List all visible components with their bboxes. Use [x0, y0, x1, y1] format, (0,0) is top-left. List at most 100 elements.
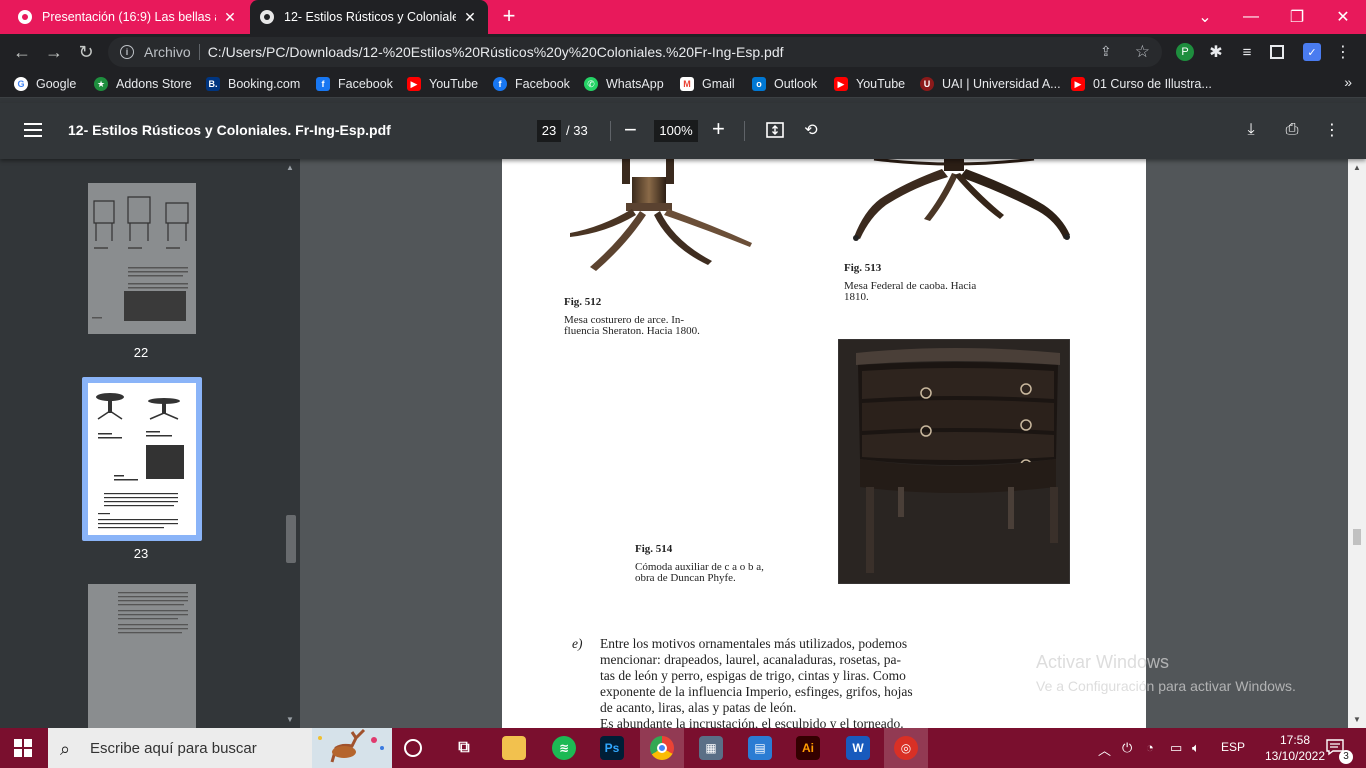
- google-icon: G: [14, 77, 28, 91]
- bookmarks-overflow-icon[interactable]: »: [1344, 74, 1352, 90]
- close-icon[interactable]: ✕: [222, 9, 238, 26]
- bookmark-curso-illustrator[interactable]: ▶ 01 Curso de Illustra...: [1071, 75, 1212, 93]
- download-icon[interactable]: ⤓: [1240, 119, 1262, 141]
- word-icon[interactable]: W: [846, 736, 870, 760]
- more-menu-icon[interactable]: ⋮: [1334, 43, 1352, 61]
- rotate-icon[interactable]: ⟲: [800, 119, 822, 141]
- address-bar[interactable]: i Archivo C:/Users/PC/Downloads/12-%20Es…: [108, 37, 1162, 67]
- whatsapp-icon: ✆: [584, 77, 598, 91]
- bookmark-booking[interactable]: B. Booking.com: [206, 75, 300, 93]
- sidebar-scroll-thumb[interactable]: [286, 515, 296, 563]
- spotify-icon[interactable]: ≋: [552, 736, 576, 760]
- notifications-icon[interactable]: 3: [1325, 738, 1353, 764]
- forward-button[interactable]: →: [42, 40, 66, 64]
- clock[interactable]: 17:58 13/10/2022: [1262, 732, 1328, 764]
- body-line: de acanto, liras, alas y patas de león.: [600, 700, 797, 715]
- tab-presentacion[interactable]: Presentación (16:9) Las bellas arte ✕: [8, 0, 248, 34]
- bookmark-uai[interactable]: U UAI | Universidad A...: [920, 75, 1061, 93]
- calculator-icon[interactable]: ▦: [699, 736, 723, 760]
- bookmark-addons-store[interactable]: ★ Addons Store: [94, 75, 192, 93]
- tab-search-icon[interactable]: ⌄: [1182, 0, 1228, 34]
- photoshop-icon[interactable]: Ps: [600, 736, 624, 760]
- cortana-icon[interactable]: [404, 739, 422, 757]
- windows-taskbar: ⌕ Escribe aquí para buscar ⧉ ≋ Ps ▦ ▤ Ai…: [0, 728, 1366, 768]
- task-view-icon[interactable]: ⧉: [452, 736, 476, 760]
- address-url[interactable]: C:/Users/PC/Downloads/12-%20Estilos%20Rú…: [208, 44, 784, 60]
- new-tab-button[interactable]: +: [497, 5, 521, 29]
- browser-toolbar: ← → ↻ i Archivo C:/Users/PC/Downloads/12…: [0, 34, 1366, 70]
- bookmark-youtube[interactable]: ▶ YouTube: [407, 75, 478, 93]
- share-icon[interactable]: ⇪: [1100, 43, 1118, 61]
- scroll-down-icon[interactable]: ▼: [1353, 715, 1361, 724]
- side-panel-icon[interactable]: [1270, 45, 1284, 59]
- more-options-icon[interactable]: ⋮: [1321, 119, 1343, 141]
- tab-pdf[interactable]: 12- Estilos Rústicos y Coloniales. ✕: [250, 0, 488, 34]
- back-button[interactable]: ←: [10, 40, 34, 64]
- taskbar-search[interactable]: ⌕ Escribe aquí para buscar: [48, 728, 392, 768]
- bookmark-label: WhatsApp: [606, 77, 664, 91]
- thumbnail-page-24[interactable]: [88, 584, 196, 728]
- bookmark-outlook[interactable]: o Outlook: [752, 75, 817, 93]
- minimize-button[interactable]: —: [1228, 0, 1274, 34]
- facebook-icon: f: [493, 77, 507, 91]
- zoom-input[interactable]: 100%: [654, 120, 698, 142]
- scroll-down-icon[interactable]: ▼: [286, 715, 294, 724]
- media-list-icon[interactable]: ≡: [1238, 43, 1256, 61]
- calendar-icon[interactable]: ▤: [748, 736, 772, 760]
- info-icon[interactable]: i: [120, 45, 134, 59]
- figure-514-caption: Fig. 514 Cómoda auxiliar de c a o b a, o…: [635, 544, 764, 584]
- app-icon[interactable]: ◎: [894, 736, 918, 760]
- outlook-icon: o: [752, 77, 766, 91]
- menu-icon[interactable]: [24, 123, 42, 137]
- extensions-puzzle-icon[interactable]: ✱: [1207, 43, 1225, 61]
- page-number-input[interactable]: 23: [537, 120, 561, 142]
- language-indicator[interactable]: ESP: [1221, 740, 1245, 754]
- thumbnail-page-23[interactable]: [88, 383, 196, 535]
- extension-check-icon[interactable]: ✓: [1303, 43, 1321, 61]
- thumbnail-label: 23: [133, 546, 149, 561]
- restore-button[interactable]: ❐: [1274, 0, 1320, 34]
- bookmark-facebook[interactable]: f Facebook: [493, 75, 570, 93]
- bookmark-facebook[interactable]: f Facebook: [316, 75, 393, 93]
- pdf-viewer[interactable]: Fig. 513 Mesa Federal de caoba. Hacia 18…: [300, 159, 1348, 728]
- start-button[interactable]: [14, 739, 32, 757]
- figure-514-title: Fig. 514: [635, 543, 673, 555]
- scroll-up-icon[interactable]: ▲: [286, 163, 294, 172]
- reload-button[interactable]: ↻: [74, 40, 98, 64]
- illustrator-icon[interactable]: Ai: [796, 736, 820, 760]
- search-placeholder: Escribe aquí para buscar: [90, 739, 257, 757]
- bookmark-label: Google: [36, 77, 77, 91]
- wifi-icon[interactable]: ◔: [1146, 740, 1154, 755]
- sidebar-scrollbar[interactable]: ▲ ▼: [282, 159, 300, 728]
- bookmark-gmail[interactable]: M Gmail: [680, 75, 735, 93]
- zoom-in-button[interactable]: +: [712, 116, 725, 142]
- extension-p-icon[interactable]: P: [1176, 43, 1194, 61]
- volume-icon[interactable]: 🔈︎: [1192, 740, 1200, 756]
- clock-time: 17:58: [1279, 733, 1311, 747]
- zoom-out-button[interactable]: −: [624, 117, 637, 143]
- close-icon[interactable]: ✕: [462, 9, 478, 26]
- bookmark-label: UAI | Universidad A...: [942, 77, 1061, 91]
- viewer-scroll-thumb[interactable]: [1353, 529, 1361, 545]
- notification-count: 3: [1339, 750, 1353, 764]
- addons-store-icon: ★: [94, 77, 108, 91]
- search-highlight-image: [312, 728, 392, 768]
- youtube-icon: ▶: [407, 77, 421, 91]
- address-scheme: Archivo: [144, 44, 191, 60]
- show-hidden-icons[interactable]: ︿: [1098, 740, 1111, 759]
- chrome-icon[interactable]: [650, 736, 674, 760]
- bookmark-whatsapp[interactable]: ✆ WhatsApp: [584, 75, 664, 93]
- bookmark-youtube[interactable]: ▶ YouTube: [834, 75, 905, 93]
- battery-icon[interactable]: ▭: [1170, 740, 1182, 756]
- thumbnail-page-22[interactable]: [88, 183, 196, 334]
- fit-page-icon[interactable]: [764, 119, 786, 141]
- viewer-scrollbar[interactable]: ▲ ▼: [1348, 159, 1366, 728]
- print-icon[interactable]: ⎙: [1281, 119, 1303, 141]
- bookmark-star-icon[interactable]: ☆: [1135, 42, 1150, 62]
- file-explorer-icon[interactable]: [502, 736, 526, 760]
- usb-icon[interactable]: ⏻: [1122, 740, 1132, 756]
- bookmark-google[interactable]: G Google: [14, 75, 76, 93]
- close-window-button[interactable]: ✕: [1320, 0, 1366, 34]
- tab-title: 12- Estilos Rústicos y Coloniales.: [284, 10, 456, 24]
- scroll-up-icon[interactable]: ▲: [1353, 163, 1361, 172]
